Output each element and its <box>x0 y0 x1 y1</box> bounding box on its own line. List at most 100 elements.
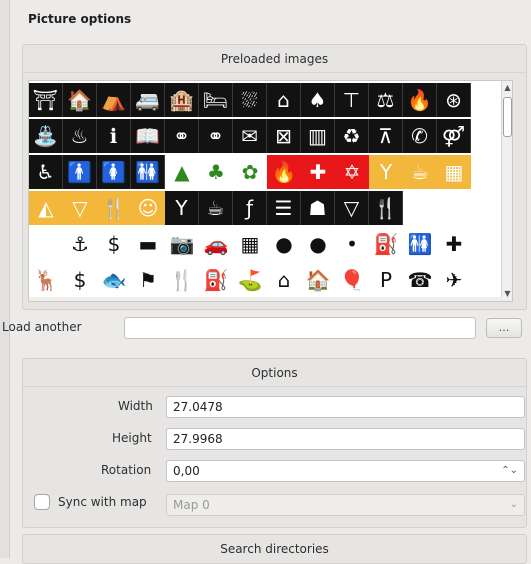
preloaded-image-icon[interactable]: 🍴 <box>165 263 199 297</box>
preloaded-image-icon[interactable]: ⛺ <box>97 83 131 117</box>
preloaded-image-icon[interactable]: ⚭ <box>199 119 233 153</box>
scroll-up-icon[interactable]: ▲ <box>503 83 512 93</box>
preloaded-image-icon[interactable]: ● <box>267 227 301 261</box>
image-row: 🦌 $ 🐟 ⚑ 🍴 ⛽ ⛳ ⌂ 🏠 🎈 P ☎ ✈ <box>29 263 471 297</box>
preloaded-image-icon[interactable]: ● <box>301 227 335 261</box>
preloaded-image-icon[interactable]: ⚑ <box>131 263 165 297</box>
scroll-down-icon[interactable]: ▼ <box>503 289 512 299</box>
preloaded-image-icon[interactable]: Y <box>165 191 199 225</box>
preloaded-image-icon[interactable]: 🛏 <box>199 83 233 117</box>
preloaded-image-icon[interactable]: 🏠 <box>301 263 335 297</box>
preloaded-image-icon[interactable]: 🚗 <box>199 227 233 261</box>
preloaded-image-icon[interactable]: ⊠ <box>267 119 301 153</box>
load-another-path-input[interactable] <box>124 317 476 339</box>
scroll-thumb[interactable] <box>503 97 512 137</box>
map-combobox[interactable]: Map 0 ⌄ <box>166 494 525 516</box>
preloaded-image-icon[interactable]: ♻ <box>335 119 369 153</box>
preloaded-image-icon[interactable]: 🍴 <box>369 191 403 225</box>
sync-with-map-checkbox[interactable] <box>34 494 50 510</box>
preloaded-image-icon[interactable]: 🦌 <box>29 263 63 297</box>
preloaded-image-icon[interactable]: ⛲ <box>29 119 63 153</box>
preloaded-image-icon[interactable]: ✆ <box>403 119 437 153</box>
preloaded-image-icon[interactable]: ⊼ <box>369 119 403 153</box>
preloaded-image-icon[interactable]: ⛽ <box>369 227 403 261</box>
preloaded-image-icon[interactable]: 📷 <box>165 227 199 261</box>
preloaded-image-icon[interactable]: 🚹 <box>63 155 97 189</box>
image-row: ♿ 🚹 🚺 🚻 ▲ ♣ ✿ 🔥 ✚ ✡ Y ☕ ▦ <box>29 155 471 189</box>
preloaded-image-icon[interactable]: ▲ <box>165 155 199 189</box>
height-label: Height <box>112 431 152 445</box>
preloaded-image-icon[interactable]: ⚭ <box>165 119 199 153</box>
map-combobox-value: Map 0 <box>173 498 210 512</box>
preloaded-image-icon[interactable]: ⊛ <box>437 83 471 117</box>
preloaded-image-icon[interactable]: ℹ <box>97 119 131 153</box>
preloaded-image-icon[interactable]: 🚻 <box>403 227 437 261</box>
search-directories-group[interactable]: Search directories <box>22 534 527 564</box>
preloaded-image-icon[interactable] <box>29 227 63 261</box>
panel-title: Picture options <box>28 12 132 26</box>
preloaded-image-icon[interactable]: • <box>335 227 369 261</box>
preloaded-image-icon[interactable]: ☕ <box>199 191 233 225</box>
preloaded-image-icon[interactable]: ♨ <box>63 119 97 153</box>
preloaded-image-icon[interactable]: $ <box>63 263 97 297</box>
width-input[interactable]: 27.0478 <box>166 396 525 418</box>
preloaded-image-icon[interactable]: $ <box>97 227 131 261</box>
preloaded-image-icon[interactable]: ▦ <box>233 227 267 261</box>
preloaded-image-icon[interactable]: ▽ <box>63 191 97 225</box>
preloaded-image-icon[interactable]: ✿ <box>233 155 267 189</box>
preloaded-image-icon[interactable]: 🏠 <box>63 83 97 117</box>
preloaded-image-icon[interactable]: 🏨 <box>165 83 199 117</box>
gallery-vertical-scrollbar[interactable]: ▲ ▼ <box>501 81 512 301</box>
preloaded-image-icon[interactable]: 🚐 <box>131 83 165 117</box>
preloaded-image-icon[interactable]: ⛩ <box>29 83 63 117</box>
preloaded-image-icon[interactable]: ☺ <box>131 191 165 225</box>
preloaded-image-icon[interactable]: 🚻 <box>131 155 165 189</box>
rotation-spinbox[interactable]: 0,00 ⌃⌄ <box>166 460 525 482</box>
preloaded-image-icon[interactable]: ♠ <box>301 83 335 117</box>
browse-button[interactable]: ... <box>486 318 522 338</box>
preloaded-image-icon[interactable]: ✚ <box>301 155 335 189</box>
preloaded-image-icon[interactable]: ✡ <box>335 155 369 189</box>
image-gallery[interactable]: ⛩ 🏠 ⛺ 🚐 🏨 🛏 ⛆ ⌂ ♠ ⊤ ⚖ 🔥 ⊛ ⛲ ♨ ℹ 📖 ⚭ ⚭ ✉ ⊠ ▥ ♻ ⊼ ✆ ⚤ ♿ 🚹 🚺 🚻 ▲ ♣ ✿ 🔥 ✚ ✡ Y ☕ ▦ ◭… <box>28 80 513 302</box>
preloaded-image-icon[interactable]: P <box>369 263 403 297</box>
preloaded-image-icon[interactable]: ▽ <box>335 191 369 225</box>
preloaded-image-icon[interactable]: ▦ <box>437 155 471 189</box>
preloaded-image-icon[interactable]: ⚤ <box>437 119 471 153</box>
preloaded-image-icon[interactable]: 🍴 <box>97 191 131 225</box>
preloaded-image-icon[interactable]: ⌂ <box>267 83 301 117</box>
preloaded-image-icon[interactable]: 🔥 <box>267 155 301 189</box>
preloaded-image-icon[interactable]: ▥ <box>301 119 335 153</box>
preloaded-image-icon[interactable]: ƒ <box>233 191 267 225</box>
preloaded-image-icon[interactable]: 🐟 <box>97 263 131 297</box>
preloaded-image-icon[interactable]: 🔥 <box>403 83 437 117</box>
sync-with-map-label[interactable]: Sync with map <box>58 495 147 509</box>
preloaded-image-icon[interactable]: ✚ <box>437 227 471 261</box>
spin-updown-icon[interactable]: ⌃⌄ <box>501 461 518 481</box>
preloaded-image-icon[interactable]: 🚺 <box>97 155 131 189</box>
preloaded-image-icon[interactable]: Y <box>369 155 403 189</box>
image-row: ⚓ $ ▬ 📷 🚗 ▦ ● ● • ⛽ 🚻 ✚ <box>29 227 471 261</box>
preloaded-image-icon[interactable]: ♣ <box>199 155 233 189</box>
preloaded-image-icon[interactable]: ✉ <box>233 119 267 153</box>
preloaded-image-icon[interactable]: ☕ <box>403 155 437 189</box>
preloaded-image-icon[interactable]: ✈ <box>437 263 471 297</box>
preloaded-image-icon[interactable]: ⛆ <box>233 83 267 117</box>
preloaded-image-icon[interactable]: ☗ <box>301 191 335 225</box>
preloaded-image-icon[interactable]: ⊤ <box>335 83 369 117</box>
gallery-horizontal-scrollbar[interactable] <box>29 297 503 301</box>
preloaded-image-icon[interactable]: 🎈 <box>335 263 369 297</box>
preloaded-image-icon[interactable]: ♿ <box>29 155 63 189</box>
preloaded-image-icon[interactable]: ▬ <box>131 227 165 261</box>
preloaded-image-icon[interactable]: ☎ <box>403 263 437 297</box>
preloaded-image-icon[interactable]: 📖 <box>131 119 165 153</box>
preloaded-image-icon[interactable]: ◭ <box>29 191 63 225</box>
preloaded-image-icon[interactable]: ⚓ <box>63 227 97 261</box>
height-input[interactable]: 27.9968 <box>166 428 525 450</box>
preloaded-image-icon[interactable]: ⚖ <box>369 83 403 117</box>
preloaded-images-header: Preloaded images <box>23 45 526 73</box>
preloaded-image-icon[interactable]: ⌂ <box>267 263 301 297</box>
search-directories-header[interactable]: Search directories <box>23 535 526 563</box>
preloaded-image-icon[interactable]: ⛳ <box>233 263 267 297</box>
preloaded-image-icon[interactable]: ☰ <box>267 191 301 225</box>
preloaded-image-icon[interactable]: ⛽ <box>199 263 233 297</box>
